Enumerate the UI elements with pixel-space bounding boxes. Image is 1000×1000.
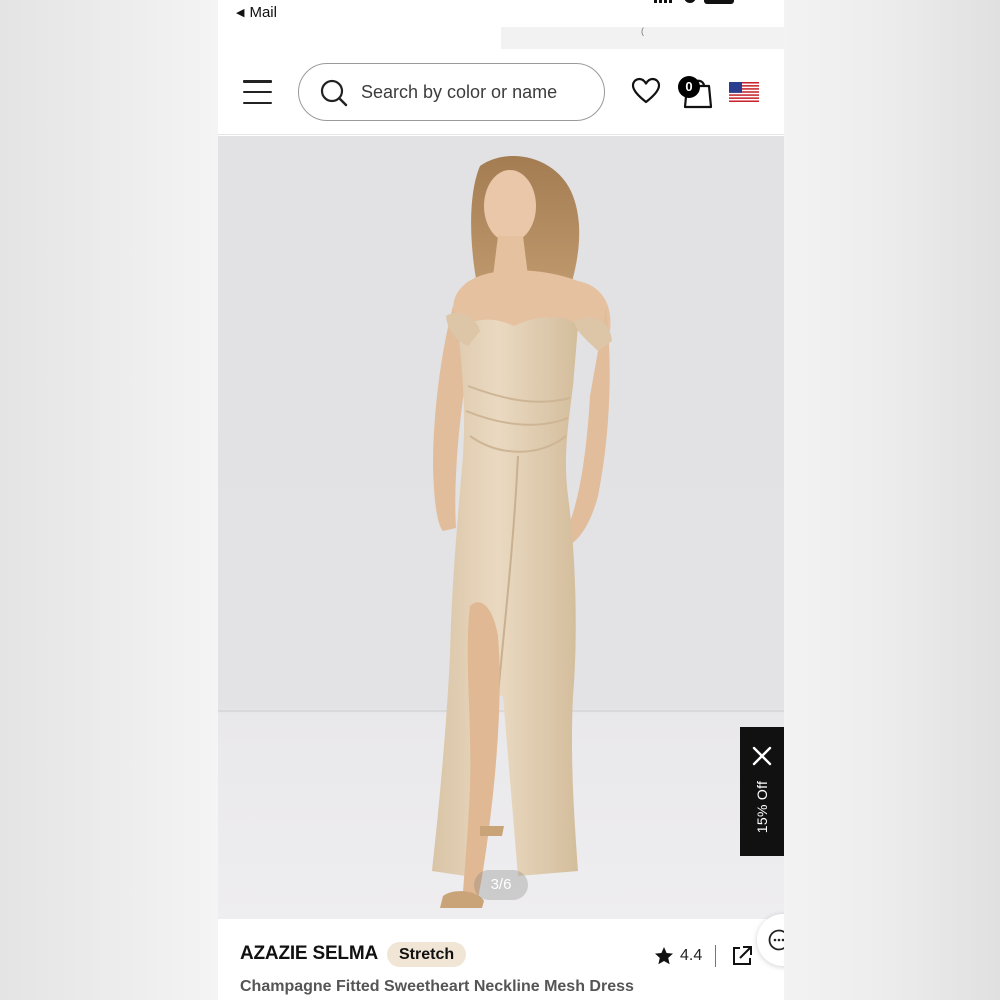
battery-icon [704,0,734,4]
heart-icon[interactable] [631,77,661,105]
status-bar: ◀ Mail ( [218,0,784,49]
cart-button[interactable]: 0 [678,73,714,109]
cart-count-badge: 0 [678,76,700,98]
chat-icon [768,929,784,951]
us-flag-icon[interactable] [729,82,759,102]
promo-label: 15% Off [754,780,770,834]
back-to-mail-link[interactable]: ◀ Mail [236,4,277,21]
back-label: Mail [249,4,277,21]
background-blur-right [784,0,1000,1000]
search-input[interactable] [361,78,591,106]
site-header: 0 [218,49,784,135]
search-icon [320,79,348,107]
stretch-badge: Stretch [387,942,467,967]
product-image[interactable]: 3/6 15% Off [218,136,784,919]
wifi-icon [684,0,696,3]
star-icon [655,947,673,965]
gallery-counter: 3/6 [474,870,528,900]
url-bar[interactable]: ( [501,27,784,49]
model-dress-illustration [432,156,612,908]
product-info: AZAZIE SELMA Stretch 4.4 Champagne Fitte… [218,919,784,1000]
hamburger-icon[interactable] [243,80,272,104]
search-bar[interactable] [298,63,605,121]
url-fragment: ( [641,26,644,36]
rating-value[interactable]: 4.4 [680,947,702,965]
phone-screen: ◀ Mail (Search by color or name 0 3/6 1… [218,0,784,1000]
divider [715,945,717,967]
product-brand: AZAZIE SELMA [240,943,378,964]
status-icons [654,0,734,4]
promo-tab[interactable]: 15% Off [740,727,784,856]
back-triangle-icon: ◀ [236,7,245,19]
close-icon[interactable] [751,745,773,767]
product-subtitle: Champagne Fitted Sweetheart Neckline Mes… [240,978,634,995]
background-blur-left [0,0,218,1000]
rating-share-box: 4.4 [646,940,764,972]
share-icon[interactable] [731,945,753,967]
signal-icon [654,0,676,3]
